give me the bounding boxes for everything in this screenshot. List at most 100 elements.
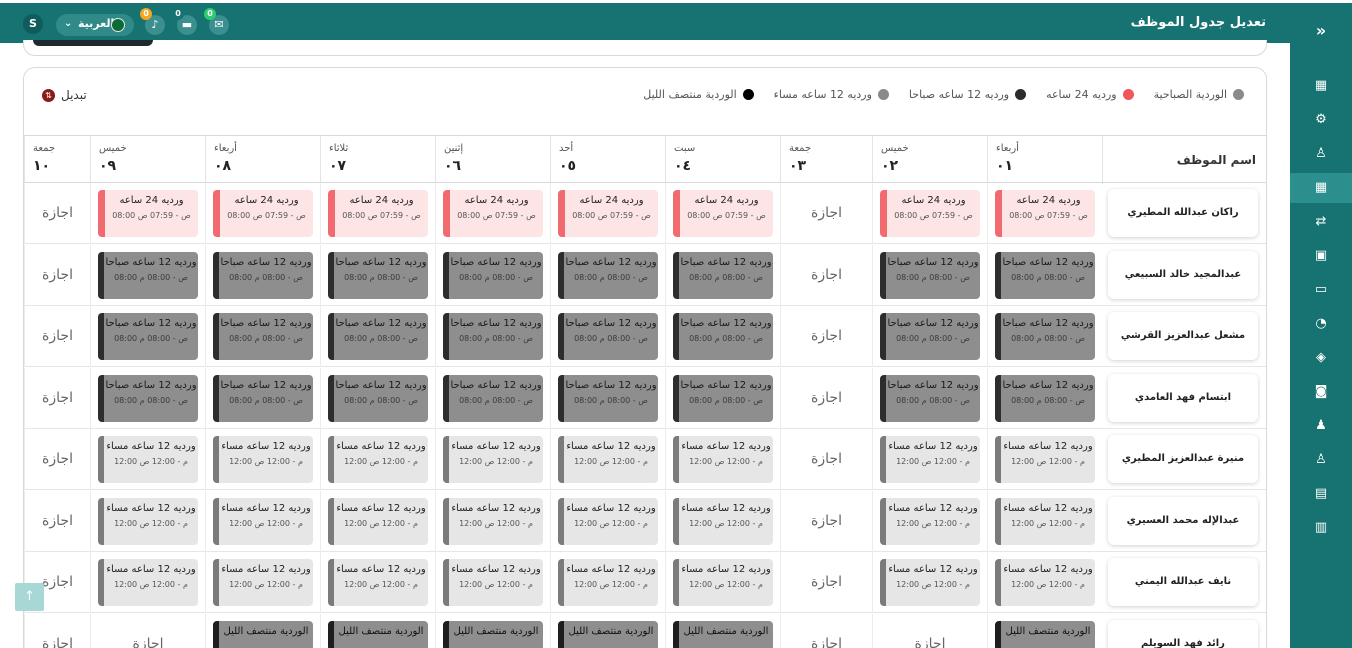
schedule-cell[interactable]: ورديه 12 ساعه مساء 12:00 م - 12:00 ص: [320, 552, 435, 613]
shift-block[interactable]: ورديه 12 ساعه مساء 12:00 م - 12:00 ص: [880, 436, 980, 483]
schedule-cell[interactable]: الوردية منتصف الليل: [665, 613, 780, 648]
schedule-cell[interactable]: ورديه 12 ساعه مساء 12:00 م - 12:00 ص: [872, 552, 987, 613]
shift-block[interactable]: ورديه 12 ساعه صباحا 08:00 ص - 08:00 م: [213, 374, 313, 422]
schedule-cell[interactable]: ورديه 12 ساعه صباحا 08:00 ص - 08:00 م: [550, 306, 665, 367]
shift-block[interactable]: ورديه 12 ساعه مساء 12:00 م - 12:00 ص: [880, 559, 980, 606]
schedule-cell[interactable]: ورديه 12 ساعه صباحا 08:00 ص - 08:00 م: [205, 367, 320, 429]
schedule-cell[interactable]: ورديه 12 ساعه صباحا 08:00 ص - 08:00 م: [665, 306, 780, 367]
shift-block[interactable]: ورديه 24 ساعه 08:00 ص - 07:59 ص: [98, 190, 198, 237]
shift-block[interactable]: ورديه 12 ساعه صباحا 08:00 ص - 08:00 م: [213, 313, 313, 360]
grid-icon[interactable]: ▦: [1290, 71, 1352, 101]
shift-block[interactable]: ورديه 12 ساعه مساء 12:00 م - 12:00 ص: [673, 559, 773, 606]
shift-block[interactable]: الوردية منتصف الليل: [443, 620, 543, 648]
schedule-cell[interactable]: ورديه 12 ساعه صباحا 08:00 ص - 08:00 م: [872, 367, 987, 429]
shift-block[interactable]: ورديه 12 ساعه مساء 12:00 م - 12:00 ص: [98, 436, 198, 483]
schedule-cell[interactable]: ورديه 12 ساعه مساء 12:00 م - 12:00 ص: [205, 552, 320, 613]
schedule-cell[interactable]: ورديه 12 ساعه مساء 12:00 م - 12:00 ص: [435, 552, 550, 613]
employee-name[interactable]: راكان عبدالله المطيري: [1108, 189, 1258, 237]
schedule-cell[interactable]: ورديه 12 ساعه صباحا 08:00 ص - 08:00 م: [435, 244, 550, 306]
schedule-cell[interactable]: اجازة: [780, 306, 872, 367]
schedule-cell[interactable]: اجازة: [780, 429, 872, 490]
schedule-cell[interactable]: ورديه 12 ساعه صباحا 08:00 ص - 08:00 م: [90, 244, 205, 306]
user-icon[interactable]: ♙: [1290, 139, 1352, 169]
schedule-cell[interactable]: ورديه 12 ساعه صباحا 08:00 ص - 08:00 م: [435, 306, 550, 367]
shift-block[interactable]: ورديه 24 ساعه 08:00 ص - 07:59 ص: [213, 190, 313, 237]
layers-icon[interactable]: ◈: [1290, 343, 1352, 373]
schedule-cell[interactable]: ورديه 12 ساعه صباحا 08:00 ص - 08:00 م: [550, 367, 665, 429]
bell-icon[interactable]: ♪ 0: [140, 8, 165, 35]
schedule-cell[interactable]: ورديه 12 ساعه مساء 12:00 م - 12:00 ص: [90, 490, 205, 552]
schedule-cell[interactable]: اجازة: [24, 306, 90, 367]
clock-icon[interactable]: ◔: [1290, 309, 1352, 339]
schedule-cell[interactable]: اجازة: [24, 244, 90, 306]
schedule-cell[interactable]: ورديه 12 ساعه مساء 12:00 م - 12:00 ص: [665, 552, 780, 613]
money-icon[interactable]: ◙: [1290, 377, 1352, 407]
schedule-cell[interactable]: اجازة: [780, 367, 872, 429]
schedule-cell[interactable]: اجازة: [24, 490, 90, 552]
shift-block[interactable]: ورديه 12 ساعه صباحا 08:00 ص - 08:00 م: [558, 251, 658, 299]
schedule-cell[interactable]: ورديه 12 ساعه صباحا 08:00 ص - 08:00 م: [205, 306, 320, 367]
shift-block[interactable]: ورديه 12 ساعه صباحا 08:00 ص - 08:00 م: [880, 374, 980, 422]
schedule-cell[interactable]: ورديه 24 ساعه 08:00 ص - 07:59 ص: [90, 183, 205, 244]
shift-block[interactable]: ورديه 12 ساعه مساء 12:00 م - 12:00 ص: [328, 559, 428, 606]
schedule-cell[interactable]: ورديه 12 ساعه صباحا 08:00 ص - 08:00 م: [320, 244, 435, 306]
shift-block[interactable]: ورديه 12 ساعه مساء 12:00 م - 12:00 ص: [443, 497, 543, 545]
user-avatar[interactable]: S: [23, 14, 43, 34]
briefcase-icon[interactable]: ▤: [1290, 479, 1352, 509]
schedule-cell[interactable]: ورديه 12 ساعه صباحا 08:00 ص - 08:00 م: [90, 306, 205, 367]
gears-icon[interactable]: ⚙: [1290, 105, 1352, 135]
user-x-icon[interactable]: ♙: [1290, 445, 1352, 475]
schedule-cell[interactable]: ورديه 12 ساعه مساء 12:00 م - 12:00 ص: [987, 552, 1102, 613]
schedule-cell[interactable]: الوردية منتصف الليل: [987, 613, 1102, 648]
shift-block[interactable]: ورديه 12 ساعه صباحا 08:00 ص - 08:00 م: [213, 251, 313, 299]
shift-block[interactable]: ورديه 12 ساعه صباحا 08:00 ص - 08:00 م: [995, 313, 1095, 360]
shift-block[interactable]: ورديه 12 ساعه مساء 12:00 م - 12:00 ص: [558, 497, 658, 545]
id-card-icon[interactable]: ▭: [1290, 275, 1352, 305]
schedule-cell[interactable]: ورديه 12 ساعه صباحا 08:00 ص - 08:00 م: [987, 244, 1102, 306]
shift-block[interactable]: ورديه 12 ساعه مساء 12:00 م - 12:00 ص: [558, 436, 658, 483]
schedule-cell[interactable]: ورديه 12 ساعه مساء 12:00 م - 12:00 ص: [550, 552, 665, 613]
shift-block[interactable]: ورديه 12 ساعه صباحا 08:00 ص - 08:00 م: [673, 313, 773, 360]
language-selector[interactable]: ⌄ العربية: [56, 14, 134, 36]
schedule-cell[interactable]: ورديه 24 ساعه 08:00 ص - 07:59 ص: [987, 183, 1102, 244]
schedule-cell[interactable]: اجازة: [780, 552, 872, 613]
shift-block[interactable]: ورديه 12 ساعه مساء 12:00 م - 12:00 ص: [558, 559, 658, 606]
scroll-to-top-button[interactable]: ↑: [15, 583, 44, 611]
shift-block[interactable]: ورديه 12 ساعه صباحا 08:00 ص - 08:00 م: [328, 251, 428, 299]
schedule-cell[interactable]: ورديه 24 ساعه 08:00 ص - 07:59 ص: [550, 183, 665, 244]
shift-block[interactable]: ورديه 12 ساعه مساء 12:00 م - 12:00 ص: [995, 436, 1095, 483]
schedule-cell[interactable]: ورديه 12 ساعه صباحا 08:00 ص - 08:00 م: [320, 367, 435, 429]
shift-block[interactable]: الوردية منتصف الليل: [213, 620, 313, 648]
shift-block[interactable]: الوردية منتصف الليل: [558, 620, 658, 648]
schedule-cell[interactable]: اجازة: [780, 183, 872, 244]
schedule-cell[interactable]: ورديه 24 ساعه 08:00 ص - 07:59 ص: [205, 183, 320, 244]
employee-name[interactable]: عبدالمجيد خالد السبيعي: [1108, 250, 1258, 299]
shift-block[interactable]: ورديه 24 ساعه 08:00 ص - 07:59 ص: [880, 190, 980, 237]
schedule-cell[interactable]: ورديه 12 ساعه صباحا 08:00 ص - 08:00 م: [665, 244, 780, 306]
shift-block[interactable]: ورديه 12 ساعه صباحا 08:00 ص - 08:00 م: [98, 374, 198, 422]
swap-button[interactable]: ⇅ تبديل: [42, 88, 87, 102]
schedule-cell[interactable]: ورديه 12 ساعه صباحا 08:00 ص - 08:00 م: [987, 367, 1102, 429]
schedule-cell[interactable]: ورديه 12 ساعه صباحا 08:00 ص - 08:00 م: [665, 367, 780, 429]
schedule-cell[interactable]: ورديه 12 ساعه مساء 12:00 م - 12:00 ص: [550, 490, 665, 552]
schedule-cell[interactable]: اجازة: [24, 367, 90, 429]
schedule-cell[interactable]: ورديه 12 ساعه مساء 12:00 م - 12:00 ص: [320, 429, 435, 490]
swap-icon[interactable]: ⇄: [1290, 207, 1352, 237]
schedule-cell[interactable]: ورديه 12 ساعه مساء 12:00 م - 12:00 ص: [205, 490, 320, 552]
shift-block[interactable]: ورديه 12 ساعه صباحا 08:00 ص - 08:00 م: [98, 251, 198, 299]
shift-block[interactable]: ورديه 12 ساعه صباحا 08:00 ص - 08:00 م: [98, 313, 198, 360]
shift-block[interactable]: ورديه 24 ساعه 08:00 ص - 07:59 ص: [673, 190, 773, 237]
shift-block[interactable]: ورديه 12 ساعه صباحا 08:00 ص - 08:00 م: [443, 251, 543, 299]
schedule-cell[interactable]: ورديه 12 ساعه مساء 12:00 م - 12:00 ص: [435, 490, 550, 552]
schedule-cell[interactable]: ورديه 12 ساعه مساء 12:00 م - 12:00 ص: [550, 429, 665, 490]
schedule-cell[interactable]: ورديه 12 ساعه مساء 12:00 م - 12:00 ص: [90, 429, 205, 490]
schedule-cell[interactable]: اجازة: [780, 613, 872, 648]
shift-block[interactable]: ورديه 12 ساعه مساء 12:00 م - 12:00 ص: [443, 436, 543, 483]
shift-block[interactable]: ورديه 24 ساعه 08:00 ص - 07:59 ص: [328, 190, 428, 237]
schedule-cell[interactable]: ورديه 12 ساعه مساء 12:00 م - 12:00 ص: [665, 429, 780, 490]
shift-block[interactable]: ورديه 24 ساعه 08:00 ص - 07:59 ص: [443, 190, 543, 237]
schedule-cell[interactable]: اجازة: [780, 490, 872, 552]
schedule-cell[interactable]: الوردية منتصف الليل: [435, 613, 550, 648]
schedule-cell[interactable]: ورديه 12 ساعه صباحا 08:00 ص - 08:00 م: [320, 306, 435, 367]
org-chart-icon[interactable]: ♟: [1290, 411, 1352, 441]
